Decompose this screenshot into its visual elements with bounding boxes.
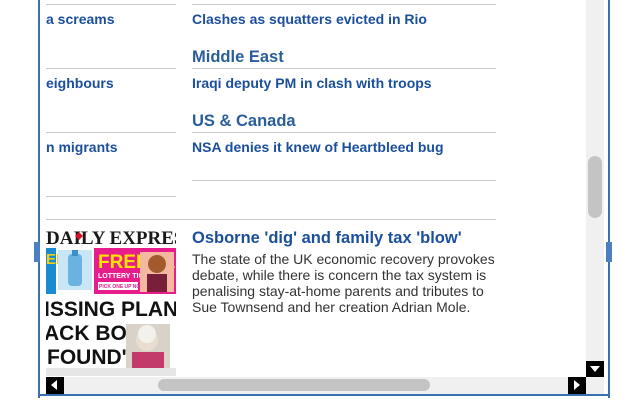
left-headline-link-1[interactable]: a screams [46,11,115,27]
headline-link-iraq[interactable]: Iraqi deputy PM in clash with troops [192,75,432,91]
divider [46,196,176,197]
divider [46,219,496,220]
divider [192,4,496,5]
scroll-right-button[interactable] [568,377,586,394]
vertical-scroll-thumb[interactable] [588,156,602,218]
section-heading-middle-east[interactable]: Middle East [192,48,284,67]
headline-link-nsa[interactable]: NSA denies it knew of Heartbleed bug [192,139,444,155]
scroll-down-button[interactable] [586,361,604,377]
headline-line-1: ISSING PLANE: [46,298,176,321]
newspaper-front-image: DAILY EXPRESS EE FREE £1 LOTTERY TICKET … [46,228,176,376]
divider [46,132,176,133]
divider [192,132,496,133]
newspaper-thumbnail[interactable]: DAILY EXPRESS EE FREE £1 LOTTERY TICKET … [46,228,176,376]
story-summary: The state of the UK economic recovery pr… [192,251,495,315]
horizontal-scroll-thumb[interactable] [158,379,430,391]
masthead-text: DAILY EXPRESS [46,228,176,249]
left-headline-link-2[interactable]: eighbours [46,75,114,91]
frame-left-tab [34,242,40,262]
promo-small-text: PICK ONE UP NOW [99,284,145,290]
scrollbar-corner [586,377,604,394]
triangle-down-icon [590,366,600,372]
divider [192,68,496,69]
story-title-link[interactable]: Osborne 'dig' and family tax 'blow' [192,229,462,248]
frame-bottom-edge [38,394,610,396]
triangle-left-icon [51,380,57,390]
headline-link-rio[interactable]: Clashes as squatters evicted in Rio [192,11,427,27]
divider [192,180,496,181]
left-headline-link-3[interactable]: n migrants [46,139,118,155]
divider [46,68,176,69]
page-content: a screams eighbours n migrants Clashes a… [46,0,586,376]
section-heading-us-canada[interactable]: US & Canada [192,112,296,131]
headline-line-3: 'FOUND' [46,346,127,369]
triangle-right-icon [574,380,580,390]
frame-right-tab [606,242,612,262]
divider [46,4,176,5]
frame-right-edge [608,0,610,398]
scroll-left-button[interactable] [46,377,64,394]
frame-left-edge [38,0,40,398]
